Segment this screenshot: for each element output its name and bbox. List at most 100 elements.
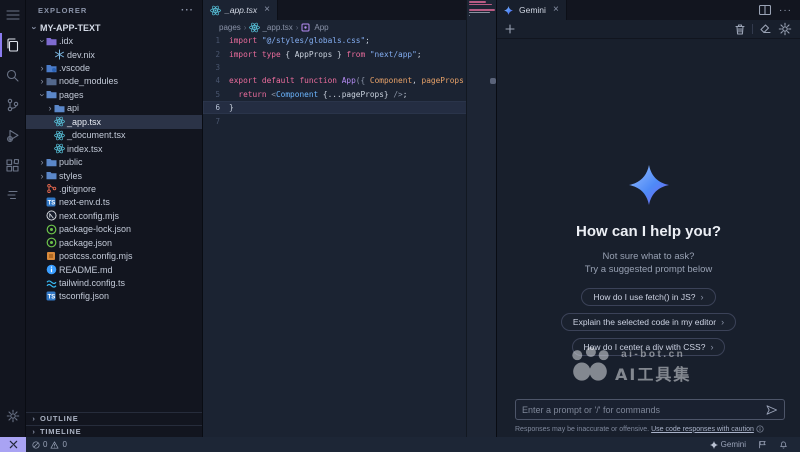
tree-item-dev-nix[interactable]: dev.nix (26, 48, 202, 61)
code-line-1[interactable]: 1import "@/styles/globals.css"; (203, 34, 489, 47)
breadcrumb-separator: › (244, 23, 247, 32)
breadcrumb-pages[interactable]: pages (219, 23, 241, 32)
tab-label: Gemini (519, 5, 546, 15)
chevron-down-icon: › (38, 90, 46, 100)
tree-item-label: _app.tsx (67, 117, 101, 127)
code-line-4[interactable]: 4export default function App({ Component… (203, 74, 489, 87)
outline-section-header[interactable]: › OUTLINE (26, 412, 202, 425)
gear-icon[interactable] (778, 22, 792, 36)
suggested-prompt-1[interactable]: How do I use fetch() in JS?› (581, 288, 715, 306)
code-line-6[interactable]: 6} (203, 101, 489, 114)
ts-icon: TS (46, 197, 57, 207)
menu-button[interactable] (0, 0, 26, 30)
breadcrumb-separator: › (296, 23, 299, 32)
tree-item-package-json[interactable]: package.json (26, 236, 202, 249)
explorer-button[interactable] (0, 30, 26, 60)
tree-item-public[interactable]: ›public (26, 155, 202, 168)
gemini-greeting: How can I help you? (576, 223, 721, 240)
panel-more-actions-icon[interactable]: ··· (779, 5, 792, 16)
close-icon[interactable]: × (264, 5, 270, 15)
prompt-input-box (515, 399, 785, 420)
tree-item--vscode[interactable]: ›.vscode (26, 61, 202, 74)
tree-item-label: .idx (59, 36, 73, 46)
suggested-prompts: How do I use fetch() in JS?› Explain the … (561, 288, 736, 356)
code-editor[interactable]: 1import "@/styles/globals.css";2import t… (203, 34, 489, 437)
run-debug-button[interactable] (0, 120, 26, 150)
tree-item-index-tsx[interactable]: index.tsx (26, 142, 202, 155)
react-icon (249, 22, 260, 33)
tree-item--gitignore[interactable]: .gitignore (26, 182, 202, 195)
breadcrumb-symbol-app[interactable]: App (301, 23, 328, 32)
explorer-more-actions-icon[interactable]: ··· (181, 5, 194, 16)
react-icon (210, 5, 221, 16)
svg-text:TS: TS (48, 295, 56, 301)
idx-ai-button[interactable] (0, 180, 26, 210)
search-button[interactable] (0, 60, 26, 90)
tree-item-postcss-config-mjs[interactable]: postcss.config.mjs (26, 249, 202, 262)
tree-item-api[interactable]: ›api (26, 102, 202, 115)
gemini-status[interactable]: Gemini (704, 437, 752, 452)
tree-item-label: tailwind.config.ts (59, 278, 125, 288)
settings-button[interactable] (0, 401, 26, 431)
tree-item-styles[interactable]: ›styles (26, 169, 202, 182)
toolbar-divider (752, 24, 753, 34)
react-icon (54, 143, 65, 154)
chevron-right-icon: › (30, 427, 38, 436)
timeline-section-header[interactable]: › TIMELINE (26, 425, 202, 438)
tree-item-tailwind-config-ts[interactable]: tailwind.config.ts (26, 276, 202, 289)
chevron-right-icon: › (30, 414, 38, 423)
tree-item-next-config-mjs[interactable]: next.config.mjs (26, 209, 202, 222)
next-icon (46, 210, 57, 221)
problems-status[interactable]: 0 0 (26, 437, 73, 452)
code-line-2[interactable]: 2import type { AppProps } from "next/app… (203, 47, 489, 60)
tree-root-my-app-text[interactable]: ›MY-APP-TEXT (26, 21, 202, 34)
file-tree: ›MY-APP-TEXT›.idxdev.nix›.vscode›node_mo… (26, 21, 202, 303)
tree-item-pages[interactable]: ›pages (26, 88, 202, 101)
debug-icon (6, 129, 20, 142)
tree-item-node-modules[interactable]: ›node_modules (26, 75, 202, 88)
caution-link[interactable]: Use code responses with caution (651, 426, 754, 433)
outline-label: OUTLINE (40, 414, 79, 423)
tree-item-next-env-d-ts[interactable]: TSnext-env.d.ts (26, 196, 202, 209)
npm-icon (46, 224, 57, 235)
tree-item-label: tsconfig.json (59, 291, 109, 301)
folder-icon (46, 171, 57, 180)
suggested-prompt-2[interactable]: Explain the selected code in my editor› (561, 313, 736, 331)
tree-item-label: next.config.mjs (59, 211, 119, 221)
prompt-label: How do I use fetch() in JS? (593, 292, 695, 302)
scrollbar-slider[interactable] (490, 78, 496, 84)
tree-item-package-lock-json[interactable]: package-lock.json (26, 223, 202, 236)
tree-item--app-tsx[interactable]: _app.tsx (26, 115, 202, 128)
suggested-prompt-3[interactable]: How do I center a div with CSS?› (572, 338, 726, 356)
eraser-icon[interactable] (760, 24, 771, 34)
close-icon[interactable]: × (553, 5, 559, 15)
tree-item--idx[interactable]: ›.idx (26, 34, 202, 47)
remote-indicator[interactable] (0, 437, 26, 452)
code-line-3[interactable]: 3 (203, 61, 489, 74)
tree-item-tsconfig-json[interactable]: TStsconfig.json (26, 290, 202, 303)
notifications-bell-icon[interactable] (773, 437, 794, 452)
code-line-5[interactable]: 5 return <Component {...pageProps} />; (203, 88, 489, 101)
tab-app-tsx[interactable]: _app.tsx × (203, 0, 278, 20)
tree-item-label: .gitignore (59, 184, 96, 194)
source-control-button[interactable] (0, 90, 26, 120)
line-number: 6 (203, 103, 229, 112)
extensions-button[interactable] (0, 150, 26, 180)
tree-item-readme-md[interactable]: README.md (26, 263, 202, 276)
breadcrumb-file[interactable]: _app.tsx (249, 22, 292, 33)
editor-scrollbar[interactable] (489, 34, 496, 437)
tree-item--document-tsx[interactable]: _document.tsx (26, 129, 202, 142)
warning-count: 0 (62, 440, 66, 449)
tab-gemini[interactable]: Gemini × (497, 0, 567, 20)
code-line-7[interactable]: 7 (203, 114, 489, 127)
send-icon[interactable] (760, 405, 784, 415)
svg-text:TS: TS (48, 201, 56, 207)
prompt-input[interactable] (516, 405, 760, 415)
tree-item-label: .vscode (59, 63, 90, 73)
new-chat-plus-icon[interactable] (505, 24, 515, 34)
trash-icon[interactable] (735, 24, 745, 35)
split-editor-icon[interactable] (759, 5, 771, 15)
feedback-flag-icon[interactable] (752, 437, 773, 452)
ailines-icon (6, 189, 19, 201)
scm-icon (6, 98, 19, 112)
